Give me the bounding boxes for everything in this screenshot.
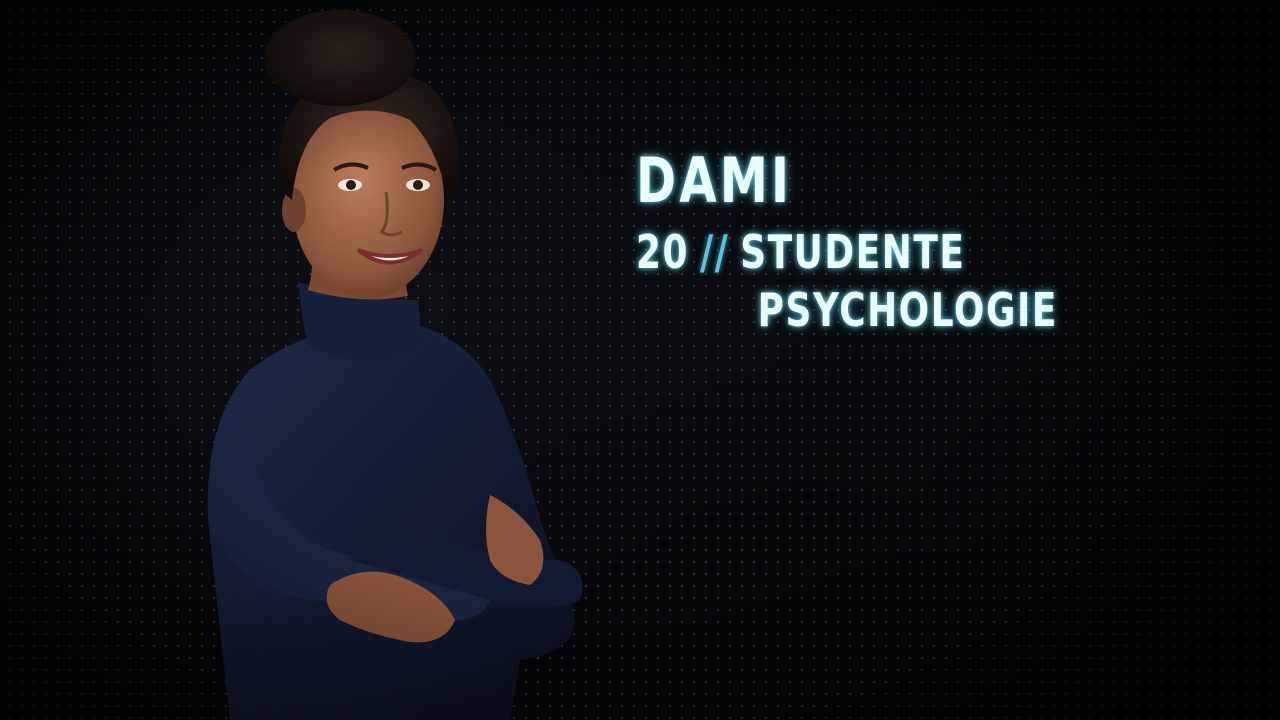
age-occupation-line: 20//STUDENTE <box>636 223 1058 281</box>
person-name: DAMI <box>636 144 793 217</box>
scene: DAMI 20//STUDENTE PSYCHOLOGIE <box>0 0 1280 720</box>
person-caption: DAMI 20//STUDENTE PSYCHOLOGIE <box>636 145 1058 339</box>
person-age: 20 <box>636 225 690 279</box>
occupation-line-2: PSYCHOLOGIE <box>757 283 1058 337</box>
separator-slashes: // <box>699 225 730 279</box>
occupation-line-1: STUDENTE <box>740 225 966 279</box>
vignette-overlay <box>0 0 1280 720</box>
